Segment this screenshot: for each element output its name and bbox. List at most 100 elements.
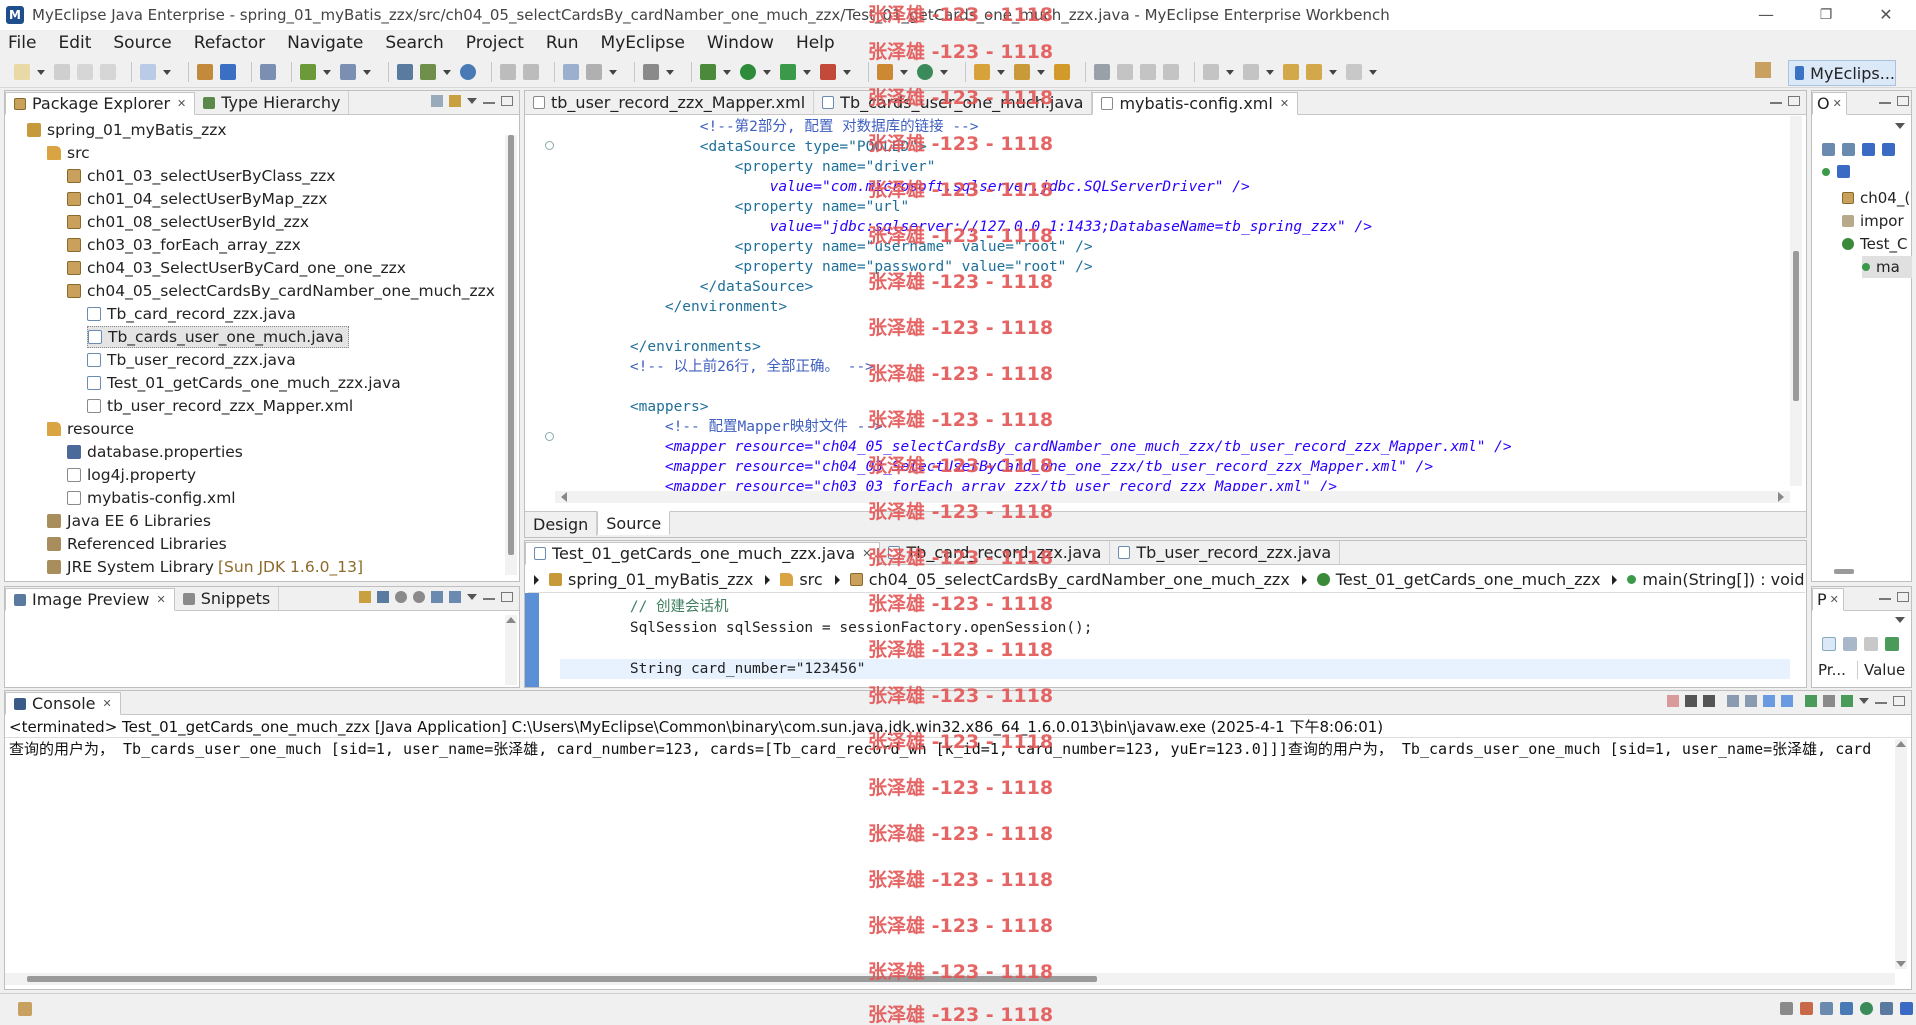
debug-dropdown-icon[interactable] — [723, 64, 731, 80]
terminate-icon[interactable] — [1667, 695, 1679, 707]
status-progress-icon[interactable] — [1880, 1002, 1893, 1015]
view-menu-icon[interactable] — [1859, 698, 1869, 704]
xml-editor-hscrollbar[interactable] — [555, 491, 1790, 503]
tree-item-library[interactable]: JRE System Library [Sun JDK 1.6.0_13] — [47, 556, 363, 578]
scroll-thumb[interactable] — [508, 135, 514, 555]
print-icon[interactable] — [100, 63, 116, 80]
tab-console[interactable]: Console ✕ — [5, 692, 121, 715]
fit-icon[interactable] — [377, 591, 389, 603]
tree-item-package[interactable]: ch01_03_selectUserByClass_zzx — [67, 165, 335, 187]
deploy-icon[interactable] — [220, 63, 236, 80]
view-menu-icon[interactable] — [1895, 123, 1905, 129]
screenshot-dropdown-icon[interactable] — [666, 64, 674, 80]
external-tools-icon[interactable] — [820, 63, 836, 80]
xml-code-area[interactable]: <!--第2部分, 配置 对数据库的链接 --> <dataSource typ… — [595, 116, 1775, 506]
minimize-icon[interactable] — [1879, 597, 1891, 600]
block-icon[interactable] — [1163, 63, 1179, 80]
hide-local-types-icon[interactable] — [1837, 165, 1850, 178]
fold-icon[interactable] — [545, 141, 554, 150]
maximize-icon[interactable] — [1788, 96, 1800, 106]
outline-hscroll-thumb[interactable] — [1834, 569, 1854, 574]
run-last-icon[interactable] — [780, 63, 796, 80]
tab-mybatis-config-xml[interactable]: mybatis-config.xml ✕ — [1092, 92, 1299, 115]
outline-item-class[interactable]: Test_C — [1842, 233, 1908, 255]
scroll-left-icon[interactable] — [561, 492, 567, 502]
actual-size-icon[interactable] — [431, 591, 443, 603]
maximize-button[interactable]: ❐ — [1796, 0, 1856, 30]
breadcrumb-project[interactable]: spring_01_myBatis_zzx — [534, 570, 753, 589]
filter-icon[interactable] — [1843, 637, 1857, 651]
minimize-icon[interactable] — [1879, 101, 1891, 104]
tree-item-src[interactable]: src — [47, 142, 90, 164]
open-console-icon[interactable] — [1841, 695, 1853, 707]
close-icon[interactable]: ✕ — [156, 593, 165, 606]
close-icon[interactable]: ✕ — [1280, 97, 1289, 110]
menu-navigate[interactable]: Navigate — [287, 33, 363, 53]
build-dropdown-icon[interactable] — [900, 64, 908, 80]
save-icon[interactable] — [54, 63, 70, 80]
status-tasks-icon[interactable] — [1820, 1002, 1833, 1015]
prev-annotation-dropdown-icon[interactable] — [1266, 64, 1274, 80]
tree-item-xml-file[interactable]: tb_user_record_zzx_Mapper.xml — [87, 395, 353, 417]
last-edit-icon[interactable] — [1283, 63, 1299, 80]
back-icon[interactable] — [500, 63, 516, 80]
java-code-area[interactable]: // 创建会话机 SqlSession sqlSession = session… — [560, 597, 1790, 687]
run-icon[interactable] — [740, 63, 756, 80]
next-annotation-dropdown-icon[interactable] — [1226, 64, 1234, 80]
forward-history-icon[interactable] — [523, 63, 539, 80]
open-perspective-icon[interactable] — [1755, 62, 1771, 78]
tree-item-java-file[interactable]: Test_01_getCards_one_much_zzx.java — [87, 372, 401, 394]
close-icon[interactable]: ✕ — [1833, 97, 1842, 110]
new-dropdown-icon[interactable] — [37, 64, 45, 80]
status-server-icon[interactable] — [1860, 1002, 1873, 1015]
scroll-right-icon[interactable] — [1778, 492, 1784, 502]
menu-file[interactable]: File — [8, 33, 36, 53]
zoom-in-icon[interactable] — [413, 591, 425, 603]
tab-test-java[interactable]: Test_01_getCards_one_much_zzx.java ✕ — [525, 542, 881, 565]
menu-edit[interactable]: Edit — [58, 33, 91, 53]
tab-properties[interactable]: P ✕ — [1812, 588, 1844, 611]
next-annotation-icon[interactable] — [1203, 63, 1219, 80]
tree-item-package[interactable]: ch04_03_SelectUserByCard_one_one_zzx — [67, 257, 406, 279]
refresh-dropdown-icon[interactable] — [940, 64, 948, 80]
minimize-icon[interactable] — [483, 597, 495, 600]
tab-user-record-java[interactable]: Tb_user_record_zzx.java — [1110, 541, 1341, 564]
link-with-editor-icon[interactable] — [449, 95, 461, 107]
restore-default-icon[interactable] — [1885, 637, 1899, 651]
tree-item-library[interactable]: Referenced Libraries — [47, 533, 227, 555]
menu-run[interactable]: Run — [546, 33, 579, 53]
task-icon[interactable] — [1054, 63, 1070, 80]
tree-item-java-file-selected[interactable]: Tb_cards_user_one_much.java — [87, 326, 349, 348]
tab-snippets[interactable]: Snippets — [175, 587, 280, 610]
breadcrumb-class[interactable]: Test_01_getCards_one_much_zzx — [1301, 570, 1600, 589]
search-icon[interactable] — [1014, 63, 1030, 80]
status-tray-icon[interactable] — [1780, 1002, 1793, 1015]
tree-item-java-file[interactable]: Tb_user_record_zzx.java — [87, 349, 296, 371]
tree-item-properties-file[interactable]: database.properties — [67, 441, 243, 463]
pen-icon[interactable] — [1117, 63, 1133, 80]
hide-fields-icon[interactable] — [1862, 143, 1875, 156]
fit-window-icon[interactable] — [449, 591, 461, 603]
open-type-dropdown-icon[interactable] — [363, 64, 371, 80]
prev-annotation-icon[interactable] — [1243, 63, 1259, 80]
new-icon[interactable] — [14, 63, 30, 80]
view-menu-icon[interactable] — [1895, 617, 1905, 623]
perspective-switcher[interactable]: MyEclips... — [1788, 60, 1896, 86]
open-type-icon[interactable] — [340, 63, 356, 80]
tree-item-xml-file[interactable]: mybatis-config.xml — [67, 487, 236, 509]
fold-icon[interactable] — [545, 432, 554, 441]
debug-icon[interactable] — [700, 63, 716, 80]
tree-item-package[interactable]: ch01_04_selectUserByMap_zzx — [67, 188, 327, 210]
menu-window[interactable]: Window — [707, 33, 774, 53]
breadcrumb-method[interactable]: main(String[]) : void — [1612, 570, 1805, 589]
tree-item-package[interactable]: ch03_03_forEach_array_zzx — [67, 234, 301, 256]
search-dropdown-icon[interactable] — [1037, 64, 1045, 80]
menu-project[interactable]: Project — [466, 33, 524, 53]
tab-mapper-xml[interactable]: tb_user_record_zzx_Mapper.xml — [525, 91, 815, 114]
menu-source[interactable]: Source — [113, 33, 171, 53]
open-folder-dropdown-icon[interactable] — [997, 64, 1005, 80]
run-dropdown-icon[interactable] — [763, 64, 771, 80]
save-all-icon[interactable] — [77, 63, 93, 80]
breadcrumb-src[interactable]: src — [765, 570, 823, 589]
report-dropdown-icon[interactable] — [609, 64, 617, 80]
